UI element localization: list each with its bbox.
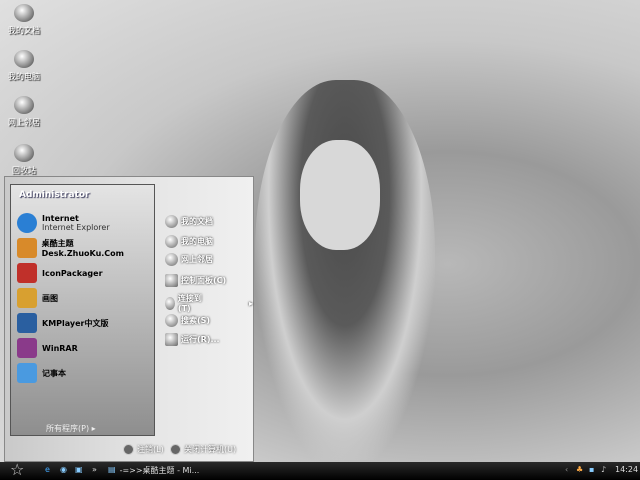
taskbar: ☆ e ◉ ▣ » ▤ -=>>桌酷主题 - Mi... ‹ ♣ ▪ ♪ 14:2… (0, 460, 640, 480)
control-panel-icon (165, 274, 178, 287)
my-computer-icon (14, 50, 34, 68)
quicklaunch-browser-icon[interactable]: ◉ (60, 465, 67, 474)
clock[interactable]: 14:24 (615, 465, 638, 474)
program-winrar[interactable]: WinRAR (17, 338, 78, 358)
winrar-icon (17, 338, 37, 358)
network-icon (14, 96, 34, 114)
tray-network-icon[interactable]: ▪ (589, 465, 594, 474)
ie-icon (17, 213, 37, 233)
submenu-arrow-icon: ▸ (248, 298, 253, 308)
place-control-panel[interactable]: 控制面板(C) (165, 274, 226, 287)
all-programs-button[interactable]: 所有程序(P) ▸ (46, 423, 96, 434)
desktop-icon-my-computer[interactable]: 我的电脑 (2, 50, 46, 82)
place-connect-to[interactable]: 连接到(T) ▸ (165, 293, 253, 313)
wallpaper-figure (255, 80, 435, 460)
recycle-bin-icon (14, 144, 34, 162)
program-iconpackager[interactable]: IconPackager (17, 263, 103, 283)
kmplayer-icon (17, 313, 37, 333)
start-menu: Administrator Internet Internet Explorer … (4, 176, 254, 462)
connect-icon (165, 296, 175, 310)
network-icon (165, 253, 178, 266)
notepad-icon (17, 363, 37, 383)
window-icon: ▤ (108, 465, 116, 474)
program-kmplayer[interactable]: KMPlayer中文版 (17, 313, 109, 333)
run-icon (165, 333, 178, 346)
tray-expand-icon[interactable]: ‹ (565, 465, 568, 474)
tray-volume-icon[interactable]: ♪ (601, 465, 606, 474)
taskbar-window-button[interactable]: ▤ -=>>桌酷主题 - Mi... (108, 465, 199, 476)
quicklaunch-desktop-icon[interactable]: ▣ (75, 465, 83, 474)
program-zhuoku[interactable]: 桌酷主题Desk.ZhuoKu.Com (17, 238, 154, 258)
tray-app-icon[interactable]: ♣ (576, 465, 583, 474)
shutdown-button[interactable]: 关闭计算机(U) (170, 444, 236, 455)
desktop-icon-recycle-bin[interactable]: 回收站 (2, 144, 46, 176)
power-icon (170, 444, 181, 455)
place-my-documents[interactable]: 我的文档 (165, 215, 213, 228)
program-paint[interactable]: 画图 (17, 288, 58, 308)
wallpaper-face (300, 140, 380, 250)
place-network[interactable]: 网上邻居 (165, 253, 213, 266)
iconpackager-icon (17, 263, 37, 283)
place-search[interactable]: 搜索(S) (165, 314, 210, 327)
program-notepad[interactable]: 记事本 (17, 363, 66, 383)
program-internet[interactable]: Internet Internet Explorer (17, 213, 110, 233)
my-documents-icon (14, 4, 34, 22)
lock-icon (123, 444, 134, 455)
place-my-computer[interactable]: 我的电脑 (165, 235, 213, 248)
logoff-button[interactable]: 注销(L) (123, 444, 164, 455)
user-name: Administrator (19, 190, 90, 200)
programs-panel: Administrator Internet Internet Explorer … (10, 184, 155, 436)
place-run[interactable]: 运行(R)... (165, 333, 220, 346)
desktop-icon-my-documents[interactable]: 我的文档 (2, 4, 46, 36)
quicklaunch-chevron[interactable]: » (92, 465, 97, 474)
quicklaunch-ie-icon[interactable]: e (45, 465, 50, 474)
desktop-icon-network[interactable]: 网上邻居 (2, 96, 46, 128)
my-computer-icon (165, 235, 178, 248)
zhuoku-icon (17, 238, 37, 258)
my-documents-icon (165, 215, 178, 228)
search-icon (165, 314, 178, 327)
start-button-star-icon[interactable]: ☆ (10, 460, 24, 479)
paint-icon (17, 288, 37, 308)
